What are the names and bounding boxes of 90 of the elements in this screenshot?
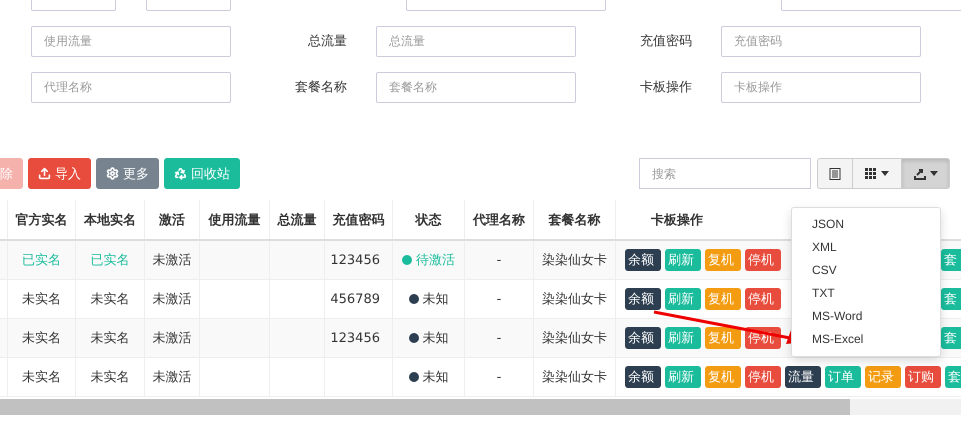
columns-button[interactable] bbox=[853, 158, 902, 189]
caret-icon bbox=[881, 171, 889, 176]
import-button[interactable]: 导入 bbox=[28, 158, 91, 189]
action-button[interactable]: 套 bbox=[945, 366, 961, 388]
list-view-button[interactable] bbox=[817, 158, 853, 189]
table-cell: 123456 bbox=[330, 252, 380, 268]
table-cell: 未激活 bbox=[145, 280, 200, 318]
input-field[interactable]: 卡板操作 bbox=[721, 72, 921, 102]
column-header: 充值密码 bbox=[325, 200, 393, 239]
field-label: 套餐名称 bbox=[294, 79, 348, 96]
column-header: 使用流量 bbox=[200, 200, 270, 239]
menu-item[interactable]: JSON bbox=[792, 213, 940, 236]
table-cell: - bbox=[465, 280, 534, 318]
action-button[interactable]: 刷新 bbox=[665, 366, 701, 388]
field-label: 总流量 bbox=[307, 33, 348, 50]
column-header: 官方实名 bbox=[8, 200, 76, 239]
status-text: 待激活 bbox=[416, 252, 455, 269]
action-button[interactable]: 流量 bbox=[785, 366, 821, 388]
action-button[interactable]: 停机 bbox=[745, 366, 781, 388]
table-cell: 染染仙女卡 bbox=[534, 319, 616, 357]
table-cell: 123456 bbox=[330, 330, 380, 346]
table-cell: 染染仙女卡 bbox=[534, 280, 616, 318]
action-button[interactable]: 复机 bbox=[705, 249, 741, 271]
table-cell: 染染仙女卡 bbox=[534, 241, 616, 279]
action-button[interactable]: 订单 bbox=[825, 366, 861, 388]
table-cell: 未实名 bbox=[8, 319, 76, 357]
export-icon bbox=[914, 168, 926, 180]
table-cell: 未激活 bbox=[145, 241, 200, 279]
status-text: 未知 bbox=[422, 291, 448, 308]
table-cell: - bbox=[465, 319, 534, 357]
table-cell: 未实名 bbox=[76, 319, 145, 357]
caret-icon bbox=[930, 171, 938, 176]
menu-item[interactable]: XML bbox=[792, 236, 940, 259]
action-button[interactable]: 套 bbox=[941, 327, 961, 349]
table-cell: - bbox=[465, 241, 534, 279]
action-button[interactable]: 套 bbox=[941, 249, 961, 271]
input-field[interactable]: 总流量 bbox=[376, 26, 576, 56]
more-button[interactable]: 更多 bbox=[96, 158, 159, 189]
column-header: 总流量 bbox=[270, 200, 325, 239]
table-cell: 未实名 bbox=[76, 280, 145, 318]
action-button[interactable]: 刷新 bbox=[665, 327, 701, 349]
table-cell: 染染仙女卡 bbox=[534, 358, 616, 396]
column-header: 套餐名称 bbox=[534, 200, 616, 239]
menu-item[interactable]: MS-Word bbox=[792, 305, 940, 328]
table-cell: 未实名 bbox=[8, 280, 76, 318]
action-button[interactable]: 余额 bbox=[625, 327, 661, 349]
action-button[interactable]: 复机 bbox=[705, 288, 741, 310]
action-button[interactable]: 余额 bbox=[625, 249, 661, 271]
action-button[interactable]: 刷新 bbox=[665, 288, 701, 310]
menu-item[interactable]: MS-Excel bbox=[792, 328, 940, 351]
action-button[interactable]: 复机 bbox=[705, 366, 741, 388]
input-field[interactable]: 使用流量 bbox=[31, 26, 231, 56]
upload-icon bbox=[38, 167, 51, 180]
field-label: 卡板操作 bbox=[639, 79, 693, 96]
table-cell: 未激活 bbox=[145, 319, 200, 357]
action-button[interactable]: 记录 bbox=[865, 366, 901, 388]
recycle-icon bbox=[174, 167, 187, 180]
action-button[interactable]: 停机 bbox=[745, 288, 781, 310]
table-cell: 未实名 bbox=[8, 358, 76, 396]
menu-item[interactable]: CSV bbox=[792, 259, 940, 282]
column-header: 代理名称 bbox=[465, 200, 534, 239]
table-cell: - bbox=[465, 358, 534, 396]
grid-icon bbox=[865, 168, 877, 180]
search-field[interactable]: 搜索 bbox=[639, 158, 811, 189]
settings-icon bbox=[106, 167, 119, 180]
table-cell: 未实名 bbox=[76, 358, 145, 396]
action-button[interactable]: 停机 bbox=[745, 249, 781, 271]
export-button[interactable] bbox=[902, 158, 950, 189]
table-cell: 456789 bbox=[330, 292, 380, 306]
action-button[interactable]: 套 bbox=[941, 288, 961, 310]
status-text: 未知 bbox=[422, 369, 448, 386]
input-field[interactable]: 套餐名称 bbox=[376, 72, 576, 102]
table-cell: 未激活 bbox=[145, 358, 200, 396]
menu-item[interactable]: TXT bbox=[792, 282, 940, 305]
table-cell: 已实名 bbox=[76, 241, 145, 279]
input-field[interactable]: 代理名称 bbox=[31, 72, 231, 102]
input-field[interactable]: 充值密码 bbox=[721, 26, 921, 56]
list-icon bbox=[829, 168, 841, 180]
field-label: 充值密码 bbox=[639, 33, 693, 50]
action-button[interactable]: 余额 bbox=[625, 288, 661, 310]
table-cell: 已实名 bbox=[8, 241, 76, 279]
recycle-button[interactable]: 回收站 bbox=[164, 158, 240, 189]
status-text: 未知 bbox=[422, 330, 448, 347]
column-header: 状态 bbox=[393, 200, 465, 239]
action-button[interactable]: 订购 bbox=[905, 366, 941, 388]
action-button[interactable]: 余额 bbox=[625, 366, 661, 388]
action-button[interactable]: 刷新 bbox=[665, 249, 701, 271]
column-header: 激活 bbox=[145, 200, 200, 239]
action-button[interactable]: 复机 bbox=[705, 327, 741, 349]
column-header: 本地实名 bbox=[76, 200, 145, 239]
